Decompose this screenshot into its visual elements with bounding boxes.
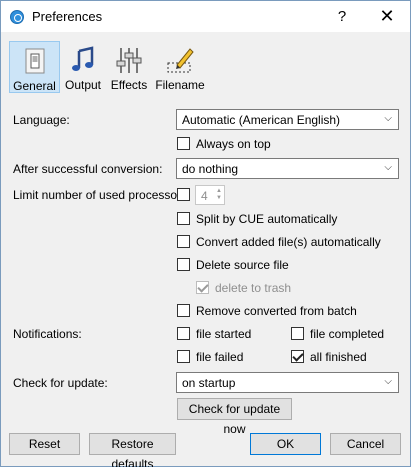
category-toolbar: General Output Effects Filename	[9, 41, 309, 93]
checkbox-box	[177, 304, 190, 317]
tab-general[interactable]: General	[9, 41, 60, 93]
checkbox-box	[196, 281, 209, 294]
language-label: Language:	[13, 113, 70, 127]
close-button[interactable]: ✕	[364, 1, 410, 32]
remove-converted-label: Remove converted from batch	[196, 304, 357, 318]
checkbox-box	[177, 350, 190, 363]
equalizer-icon	[114, 45, 144, 75]
ok-button[interactable]: OK	[250, 433, 321, 455]
tab-filename-label: Filename	[155, 78, 205, 92]
pencil-icon	[165, 45, 195, 75]
tab-filename[interactable]: Filename	[155, 41, 205, 93]
tab-effects[interactable]: Effects	[109, 41, 149, 93]
tab-general-label: General	[13, 79, 56, 93]
tab-output-label: Output	[64, 78, 102, 92]
title-bar: Preferences ? ✕	[1, 1, 410, 32]
preferences-dialog: Preferences ? ✕ General Output Effects F…	[0, 0, 411, 467]
app-icon	[10, 10, 24, 24]
checkbox-box	[177, 327, 190, 340]
processors-spinbox[interactable]: 4 ▲ ▼	[195, 185, 225, 205]
window-title: Preferences	[32, 9, 103, 24]
after-conversion-select[interactable]: do nothing ⌵	[176, 158, 399, 179]
spin-arrows-icon: ▲ ▼	[216, 188, 222, 201]
restore-defaults-button[interactable]: Restore defaults	[89, 433, 176, 467]
checkbox-box	[177, 212, 190, 225]
tab-output[interactable]: Output	[64, 41, 102, 93]
delete-source-label: Delete source file	[196, 258, 289, 272]
file-failed-label: file failed	[196, 350, 244, 364]
chevron-down-icon: ⌵	[384, 162, 392, 173]
all-finished-label: all finished	[310, 350, 367, 364]
reset-button[interactable]: Reset	[9, 433, 80, 455]
convert-added-label: Convert added file(s) automatically	[196, 235, 381, 249]
chevron-down-icon: ⌵	[384, 113, 392, 124]
checkbox-box	[177, 137, 190, 150]
always-on-top-label: Always on top	[196, 137, 271, 151]
checkbox-box	[177, 258, 190, 271]
switch-icon	[20, 46, 50, 76]
processors-checkbox[interactable]	[177, 187, 191, 203]
delete-to-trash-label: delete to trash	[215, 281, 292, 295]
checkbox-box	[291, 350, 304, 363]
update-value: on startup	[182, 376, 236, 390]
music-note-icon	[68, 45, 98, 75]
update-label: Check for update:	[13, 376, 108, 390]
checkbox-box	[177, 188, 190, 201]
chevron-down-icon: ⌵	[384, 376, 392, 387]
after-conversion-value: do nothing	[182, 162, 239, 176]
processors-value: 4	[201, 189, 208, 203]
language-select[interactable]: Automatic (American English) ⌵	[176, 109, 399, 130]
cancel-button[interactable]: Cancel	[330, 433, 401, 455]
tab-effects-label: Effects	[110, 78, 148, 92]
split-cue-label: Split by CUE automatically	[196, 212, 338, 226]
language-value: Automatic (American English)	[182, 113, 341, 127]
check-update-now-button[interactable]: Check for update now	[177, 398, 292, 436]
notifications-label: Notifications:	[13, 327, 82, 341]
file-completed-label: file completed	[310, 327, 385, 341]
checkbox-box	[291, 327, 304, 340]
file-started-label: file started	[196, 327, 252, 341]
help-button[interactable]: ?	[319, 1, 365, 32]
checkbox-box	[177, 235, 190, 248]
update-select[interactable]: on startup ⌵	[176, 372, 399, 393]
processors-label: Limit number of used processors:	[13, 188, 191, 202]
after-conversion-label: After successful conversion:	[13, 162, 163, 176]
